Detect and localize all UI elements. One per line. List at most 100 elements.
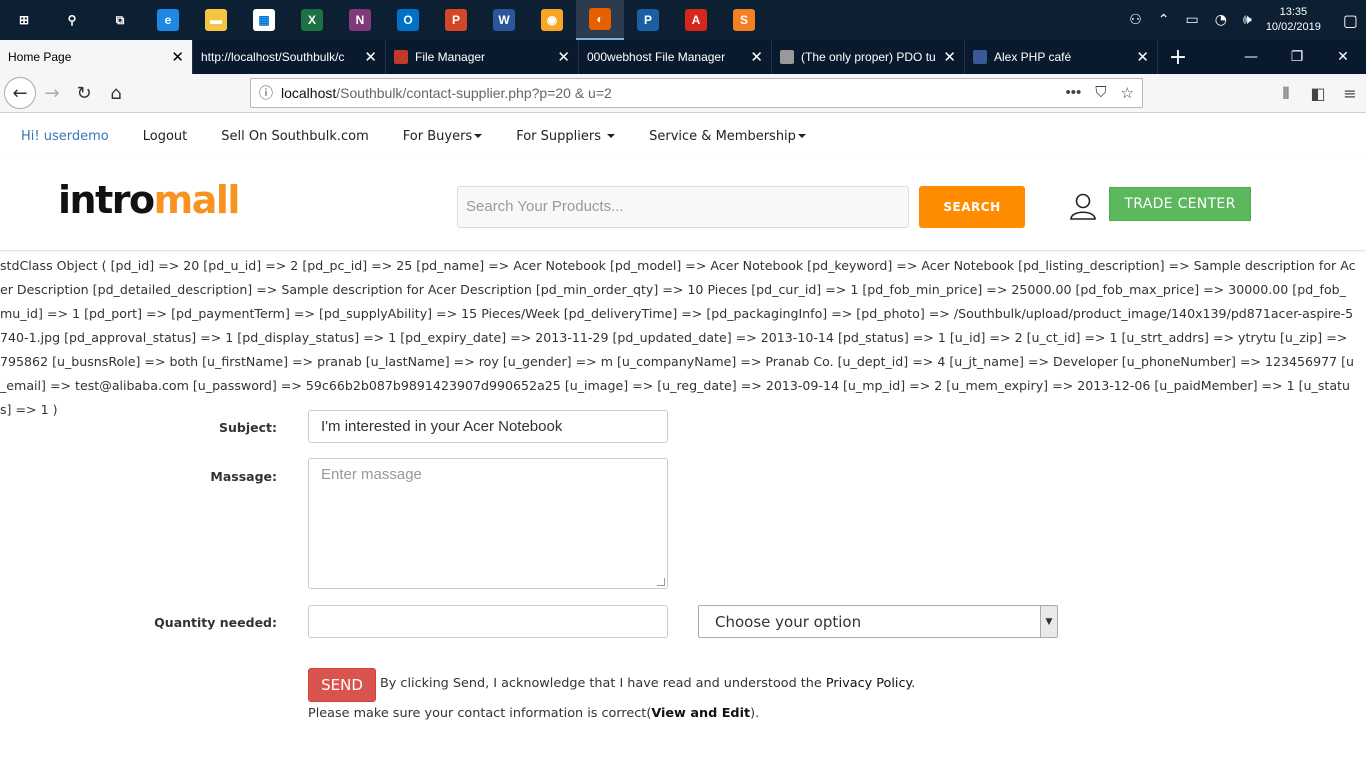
message-textarea[interactable]: Enter massage <box>308 458 668 589</box>
notification-icon[interactable]: ▢ <box>1343 11 1358 30</box>
for-buyers-menu[interactable]: For Buyers <box>403 129 483 144</box>
tab-label: File Manager <box>415 50 486 64</box>
for-suppliers-menu[interactable]: For Suppliers <box>516 129 616 144</box>
tab-label: http://localhost/Southbulk/c <box>201 50 345 64</box>
clock-date: 10/02/2019 <box>1265 21 1321 33</box>
volume-icon[interactable]: 🕪 <box>1243 12 1252 28</box>
reload-button[interactable]: ↻ <box>68 77 100 109</box>
service-membership-label: Service & Membership <box>649 128 796 144</box>
browser-tab[interactable]: File Manager ✕ <box>386 40 579 74</box>
word-icon[interactable]: W <box>480 0 528 40</box>
minimize-icon[interactable]: — <box>1228 49 1274 65</box>
task-view-icon[interactable]: ⧉ <box>96 0 144 40</box>
search-icon[interactable]: ⚲ <box>48 0 96 40</box>
sublime-icon[interactable]: S <box>720 0 768 40</box>
file-explorer-icon[interactable]: ▬ <box>192 0 240 40</box>
trade-center-button[interactable]: TRADE CENTER <box>1109 187 1251 221</box>
chevron-down-icon[interactable]: ▼ <box>1040 606 1057 637</box>
url-bar[interactable]: ⓘ localhost/Southbulk/contact-supplier.p… <box>250 78 1143 108</box>
onenote-glyph: N <box>349 9 371 31</box>
privacy-policy-link[interactable]: Privacy Policy <box>826 676 911 691</box>
uc-browser-icon[interactable]: ◉ <box>528 0 576 40</box>
view-and-edit-link[interactable]: View and Edit <box>651 706 750 721</box>
maximize-icon[interactable]: ❐ <box>1274 49 1320 65</box>
user-icon[interactable] <box>1068 191 1098 221</box>
web-page: Hi! userdemo Logout Sell On Southbulk.co… <box>0 113 1366 768</box>
outlook-glyph: O <box>397 9 419 31</box>
tab-close-icon[interactable]: ✕ <box>171 48 184 66</box>
hamburger-menu-icon[interactable]: ≡ <box>1334 84 1366 103</box>
tab-close-icon[interactable]: ✕ <box>1136 48 1149 66</box>
library-icon[interactable]: ⫴ <box>1270 84 1302 104</box>
sidebar-icon[interactable]: ◧ <box>1302 84 1334 103</box>
back-button[interactable]: ← <box>4 77 36 109</box>
acknowledge-text: By clicking Send, I acknowledge that I h… <box>380 676 915 691</box>
browser-tab[interactable]: http://localhost/Southbulk/c ✕ <box>193 40 386 74</box>
unit-select-value: Choose your option <box>715 613 862 631</box>
contact-end: ). <box>750 706 760 721</box>
send-button[interactable]: SEND <box>308 668 376 702</box>
edge-glyph: e <box>157 9 179 31</box>
info-icon[interactable]: ⓘ <box>251 83 281 103</box>
windows-taskbar: ⊞ ⚲ ⧉ e ▬ ▦ X N O P W ◉ ◐ P A S ⚇ ⌃ ▭ ◔ 🕪 13:35 10/02/2… <box>0 0 1366 40</box>
edge-icon[interactable]: e <box>144 0 192 40</box>
unit-select[interactable]: Choose your option ▼ <box>698 605 1058 638</box>
bookmark-star-icon[interactable]: ☆ <box>1121 84 1134 102</box>
caret-down-icon <box>607 134 616 138</box>
word-glyph: W <box>493 9 515 31</box>
close-window-icon[interactable]: ✕ <box>1320 49 1366 65</box>
person-icon[interactable]: ⚇ <box>1129 12 1142 28</box>
windows-start-icon[interactable]: ⊞ <box>0 0 48 40</box>
outlook-icon[interactable]: O <box>384 0 432 40</box>
quantity-input[interactable] <box>308 605 668 638</box>
site-logo[interactable]: intromall <box>58 177 240 223</box>
tab-label: 000webhost File Manager <box>587 50 726 64</box>
search-button[interactable]: SEARCH <box>919 186 1025 228</box>
message-label: Massage: <box>210 469 277 484</box>
firefox-icon[interactable]: ◐ <box>576 0 624 40</box>
browser-tab[interactable]: Alex PHP café ✕ <box>965 40 1158 74</box>
sell-link[interactable]: Sell On Southbulk.com <box>221 129 369 144</box>
new-tab-button[interactable]: + <box>1158 40 1198 74</box>
chevron-up-icon[interactable]: ⌃ <box>1158 12 1170 28</box>
ack-text: By clicking Send, I acknowledge that I h… <box>380 676 826 691</box>
powerpoint-icon[interactable]: P <box>432 0 480 40</box>
tab-close-icon[interactable]: ✕ <box>943 48 956 66</box>
wifi-icon[interactable]: ◔ <box>1215 12 1227 28</box>
store-icon[interactable]: ▦ <box>240 0 288 40</box>
battery-icon[interactable]: ▭ <box>1186 12 1199 28</box>
search-input[interactable]: Search Your Products... <box>457 186 909 228</box>
tab-close-icon[interactable]: ✕ <box>557 48 570 66</box>
subject-input[interactable]: I'm interested in your Acer Notebook <box>308 410 668 443</box>
tab-close-icon[interactable]: ✕ <box>364 48 377 66</box>
clock-time: 13:35 <box>1279 6 1308 18</box>
caret-down-icon <box>474 134 483 138</box>
clock[interactable]: 13:35 10/02/2019 <box>1266 5 1321 35</box>
logout-link[interactable]: Logout <box>143 129 188 144</box>
phpstorm-icon[interactable]: P <box>624 0 672 40</box>
tab-label: Home Page <box>8 50 72 64</box>
greeting-link[interactable]: Hi! userdemo <box>21 129 109 144</box>
powerpoint-glyph: P <box>445 9 467 31</box>
top-menu: Hi! userdemo Logout Sell On Southbulk.co… <box>0 113 1366 159</box>
browser-tab[interactable]: 000webhost File Manager ✕ <box>579 40 772 74</box>
sublime-glyph: S <box>733 9 755 31</box>
firefox-glyph: ◐ <box>589 8 611 30</box>
windows-start-glyph: ⊞ <box>13 9 35 31</box>
ack-end: . <box>911 676 916 691</box>
browser-tab[interactable]: Home Page ✕ <box>0 40 193 74</box>
resize-handle-icon[interactable] <box>657 578 665 586</box>
home-button[interactable]: ⌂ <box>100 77 132 109</box>
onenote-icon[interactable]: N <box>336 0 384 40</box>
caret-down-icon <box>797 134 806 138</box>
pocket-icon[interactable]: ⛉ <box>1095 84 1106 102</box>
browser-tab[interactable]: (The only proper) PDO tu ✕ <box>772 40 965 74</box>
service-membership-menu[interactable]: Service & Membership <box>649 129 806 144</box>
task-view-glyph: ⧉ <box>109 9 131 31</box>
acrobat-icon[interactable]: A <box>672 0 720 40</box>
forward-button[interactable]: → <box>36 77 68 109</box>
tab-close-icon[interactable]: ✕ <box>750 48 763 66</box>
search-glyph: ⚲ <box>61 9 83 31</box>
excel-icon[interactable]: X <box>288 0 336 40</box>
page-actions-icon[interactable]: ••• <box>1066 84 1082 102</box>
